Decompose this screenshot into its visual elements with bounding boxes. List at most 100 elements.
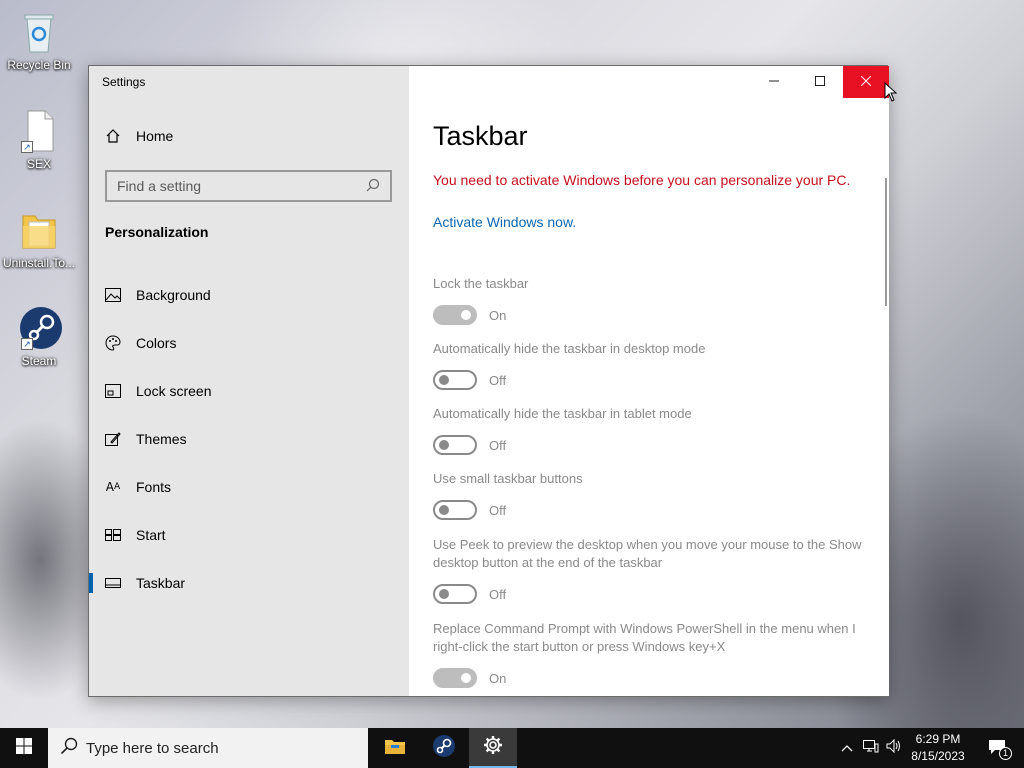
- notification-icon: 1: [988, 739, 1012, 760]
- settings-sidebar: Settings Home Find a setting Personaliza…: [89, 66, 409, 696]
- taskbar-clock[interactable]: 6:29 PM 8/15/2023: [906, 731, 970, 765]
- sidebar-item-label: Lock screen: [136, 383, 212, 399]
- taskbar-search-box[interactable]: Type here to search: [48, 728, 368, 768]
- peek-toggle[interactable]: [433, 584, 477, 604]
- close-icon: [860, 73, 872, 91]
- autohide-desktop-toggle[interactable]: [433, 370, 477, 390]
- small-buttons-toggle[interactable]: [433, 500, 477, 520]
- show-hidden-icons-button[interactable]: [838, 728, 856, 768]
- desktop-icon-label: SEX: [26, 157, 51, 171]
- personalization-nav: Background Colors Lock screen Themes A A…: [89, 271, 409, 607]
- steam-icon: [432, 734, 456, 763]
- page-title: Taskbar: [433, 121, 528, 151]
- fonts-icon: AA: [105, 480, 121, 494]
- search-placeholder: Find a setting: [117, 178, 202, 194]
- desktop-icon-steam[interactable]: ↗ Steam: [0, 306, 78, 368]
- activate-windows-link[interactable]: Activate Windows now.: [433, 214, 576, 230]
- maximize-button[interactable]: [797, 66, 843, 98]
- network-tray-button[interactable]: [861, 728, 881, 768]
- clock-date: 8/15/2023: [911, 749, 965, 763]
- setting-peek: Use Peek to preview the desktop when you…: [433, 536, 873, 604]
- background-icon: [105, 287, 121, 303]
- settings-icon: [483, 735, 503, 760]
- lock-taskbar-toggle[interactable]: [433, 305, 477, 325]
- toggle-state: Off: [489, 502, 507, 518]
- sidebar-item-themes[interactable]: Themes: [89, 415, 409, 463]
- content-scrollbar[interactable]: [885, 178, 887, 306]
- network-icon: [863, 739, 879, 758]
- sidebar-item-background[interactable]: Background: [89, 271, 409, 319]
- minimize-button[interactable]: [751, 66, 797, 98]
- volume-tray-button[interactable]: [884, 728, 904, 768]
- desktop-icon-recycle-bin[interactable]: Recycle Bin: [0, 10, 78, 72]
- toggle-state: Off: [489, 437, 507, 453]
- sidebar-item-label: Fonts: [136, 479, 172, 495]
- toggle-state: On: [489, 307, 507, 323]
- toggle-state: Off: [489, 586, 507, 602]
- desktop-icon-sex[interactable]: ↗ SEX: [0, 109, 78, 171]
- sidebar-item-lock-screen[interactable]: Lock screen: [89, 367, 409, 415]
- start-icon: [105, 527, 121, 543]
- sidebar-item-label: Background: [136, 287, 211, 303]
- nav-home[interactable]: Home: [105, 128, 173, 144]
- setting-autohide-desktop: Automatically hide the taskbar in deskto…: [433, 340, 873, 390]
- shortcut-arrow-icon: ↗: [21, 338, 33, 350]
- sidebar-item-fonts[interactable]: AA Fonts: [89, 463, 409, 511]
- lock-screen-icon: [105, 383, 121, 399]
- toggle-state: Off: [489, 372, 507, 388]
- action-center-button[interactable]: 1: [978, 728, 1018, 768]
- desktop-icon-label: Steam: [21, 354, 57, 368]
- taskbar-search-placeholder: Type here to search: [86, 739, 219, 757]
- section-title: Personalization: [105, 224, 209, 240]
- sidebar-item-colors[interactable]: Colors: [89, 319, 409, 367]
- toggle-state: On: [489, 670, 507, 686]
- setting-label: Use Peek to preview the desktop when you…: [433, 537, 862, 570]
- sidebar-item-start[interactable]: Start: [89, 511, 409, 559]
- steam-icon: ↗: [19, 306, 62, 350]
- palette-icon: [105, 335, 121, 351]
- search-icon: [366, 178, 380, 195]
- autohide-tablet-toggle[interactable]: [433, 435, 477, 455]
- activation-warning: You need to activate Windows before you …: [433, 172, 851, 188]
- home-icon: [105, 128, 121, 144]
- sidebar-item-taskbar[interactable]: Taskbar: [89, 559, 409, 607]
- mouse-cursor-icon: [884, 81, 898, 107]
- themes-icon: [105, 431, 121, 447]
- setting-label: Use small taskbar buttons: [433, 471, 583, 486]
- close-button[interactable]: [843, 66, 889, 98]
- settings-window: Settings Home Find a setting Personaliza…: [88, 65, 889, 697]
- start-button[interactable]: [0, 728, 48, 768]
- taskbar: Type here to search 6:29 PM 8/15/2023 1: [0, 728, 1024, 768]
- minimize-icon: [769, 73, 779, 91]
- windows-logo-icon: [16, 737, 32, 759]
- notification-count-badge: 1: [999, 747, 1012, 760]
- taskbar-app-steam[interactable]: [420, 728, 468, 768]
- setting-label: Lock the taskbar: [433, 276, 529, 291]
- find-setting-input[interactable]: Find a setting: [105, 170, 392, 202]
- settings-content: Taskbar You need to activate Windows bef…: [409, 66, 889, 696]
- folder-icon: [19, 208, 59, 252]
- setting-autohide-tablet: Automatically hide the taskbar in tablet…: [433, 405, 873, 455]
- clock-time: 6:29 PM: [915, 732, 961, 746]
- nav-home-label: Home: [136, 128, 174, 144]
- sidebar-item-label: Colors: [136, 335, 177, 351]
- sidebar-item-label: Taskbar: [136, 575, 186, 591]
- taskbar-app-file-explorer[interactable]: [371, 728, 419, 768]
- chevron-up-icon: [841, 739, 853, 757]
- setting-powershell: Replace Command Prompt with Windows Powe…: [433, 620, 873, 688]
- volume-icon: [886, 738, 902, 758]
- setting-small-buttons: Use small taskbar buttons Off: [433, 470, 873, 520]
- desktop-icon-label: Uninstall.To...: [2, 256, 76, 270]
- sidebar-item-label: Start: [136, 527, 166, 543]
- taskbar-app-settings[interactable]: [469, 728, 517, 768]
- taskbar-icon: [105, 575, 121, 591]
- setting-label: Replace Command Prompt with Windows Powe…: [433, 621, 856, 654]
- sidebar-item-label: Themes: [136, 431, 187, 447]
- desktop-icon-uninstall[interactable]: Uninstall.To...: [0, 208, 78, 270]
- window-title: Settings: [102, 75, 146, 89]
- window-controls: [751, 66, 889, 98]
- setting-lock-taskbar: Lock the taskbar On: [433, 275, 873, 325]
- shortcut-arrow-icon: ↗: [21, 141, 33, 153]
- powershell-toggle[interactable]: [433, 668, 477, 688]
- maximize-icon: [815, 73, 825, 91]
